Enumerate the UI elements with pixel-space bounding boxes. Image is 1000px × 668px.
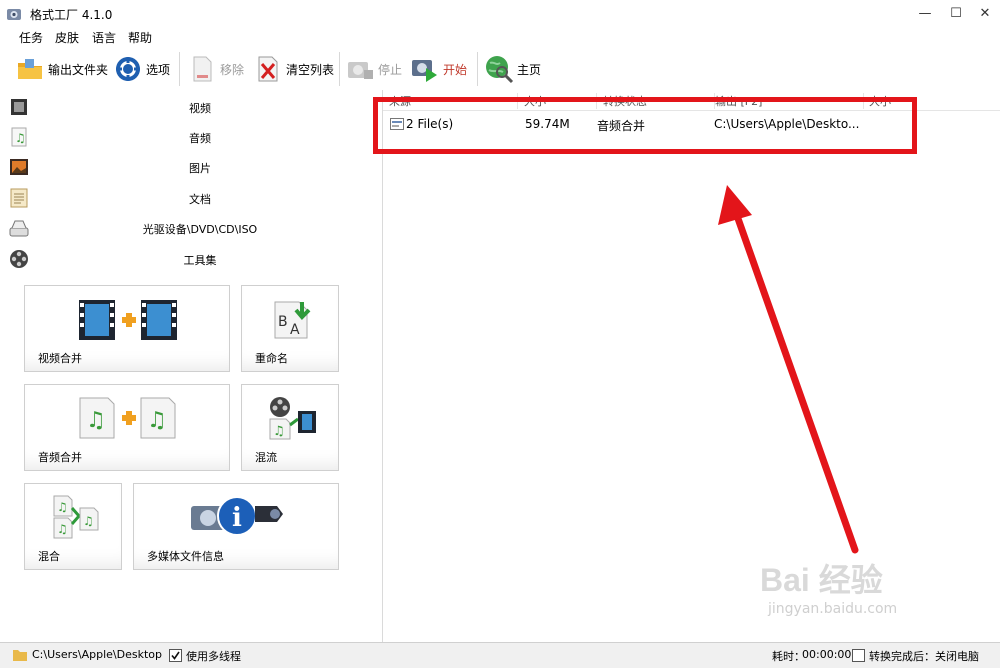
category-document[interactable]: 文档 xyxy=(0,183,382,213)
document-remove-icon xyxy=(187,54,217,84)
toolbar: 输出文件夹 选项 移除 清空列表 停止 开始 主页 xyxy=(0,48,1000,90)
menu-skin[interactable]: 皮肤 xyxy=(55,29,79,46)
menu-help[interactable]: 帮助 xyxy=(128,29,152,46)
watermark-logo: Bai 经验 xyxy=(760,562,883,598)
close-button[interactable]: ✕ xyxy=(970,0,1000,28)
toolbar-separator xyxy=(339,52,340,86)
baidu-watermark: Bai 经验 jingyan.baidu.com xyxy=(760,555,980,635)
options-icon xyxy=(113,54,143,84)
elapsed-value: 00:00:00 xyxy=(802,648,852,661)
remove-button[interactable]: 移除 xyxy=(187,48,244,90)
toolbar-separator xyxy=(477,52,478,86)
toolbar-separator xyxy=(179,52,180,86)
minimize-button[interactable]: — xyxy=(910,0,940,28)
svg-text:♫: ♫ xyxy=(86,408,106,433)
menu-bar: 任务 皮肤 语言 帮助 xyxy=(0,28,1000,46)
tool-video-merge[interactable]: 视频合并 xyxy=(24,285,230,372)
output-path[interactable]: C:\Users\Apple\Desktop xyxy=(32,648,162,661)
tool-media-info[interactable]: i 多媒体文件信息 xyxy=(133,483,339,570)
svg-text:♫: ♫ xyxy=(147,408,167,433)
tool-audio-merge[interactable]: ♫ ♫ 音频合并 xyxy=(24,384,230,471)
elapsed-label: 耗时： xyxy=(772,650,805,663)
menu-task[interactable]: 任务 xyxy=(19,29,43,46)
category-video[interactable]: 视频 xyxy=(0,92,382,122)
clear-list-button[interactable]: 清空列表 xyxy=(253,48,334,90)
window-title: 格式工厂 4.1.0 xyxy=(30,8,113,22)
options-button[interactable]: 选项 xyxy=(113,48,170,90)
category-audio[interactable]: ♫ 音频 xyxy=(0,122,382,152)
menu-language[interactable]: 语言 xyxy=(92,29,116,46)
tool-remux[interactable]: ♫ 混流 xyxy=(241,384,339,471)
remux-icon: ♫ xyxy=(266,395,318,444)
rename-icon: BA xyxy=(272,298,314,343)
annotation-arrow xyxy=(718,185,859,554)
svg-text:♫: ♫ xyxy=(57,522,68,536)
maximize-button[interactable]: ☐ xyxy=(941,0,971,28)
watermark-url: jingyan.baidu.com xyxy=(768,601,898,617)
category-optical-drive[interactable]: 光驱设备\DVD\CD\ISO xyxy=(0,213,382,243)
audio-merge-icon: ♫ ♫ xyxy=(77,395,181,444)
title-bar: 格式工厂 4.1.0 — ☐ ✕ xyxy=(0,0,1000,28)
video-merge-icon xyxy=(77,298,181,345)
svg-text:♫: ♫ xyxy=(273,424,285,439)
home-button[interactable]: 主页 xyxy=(484,48,541,90)
svg-text:B: B xyxy=(278,314,288,330)
stop-button[interactable]: 停止 xyxy=(345,48,402,90)
svg-text:A: A xyxy=(290,322,300,338)
start-icon xyxy=(410,54,440,84)
multithread-label: 使用多线程 xyxy=(186,650,241,663)
svg-text:♫: ♫ xyxy=(83,514,94,528)
folder-icon xyxy=(15,54,45,84)
category-image[interactable]: 图片 xyxy=(0,152,382,182)
mix-icon: ♫ ♫ ♫ xyxy=(51,494,99,543)
status-bar: C:\Users\Apple\Desktop 使用多线程 耗时： 00:00:0… xyxy=(0,642,1000,668)
output-folder-button[interactable]: 输出文件夹 xyxy=(15,48,108,90)
after-convert-label: 转换完成后：关闭电脑 xyxy=(869,650,979,663)
category-toolbox[interactable]: 工具集 xyxy=(0,244,382,274)
svg-text:i: i xyxy=(232,503,242,533)
tool-rename[interactable]: BA 重命名 xyxy=(241,285,339,372)
info-icon: i xyxy=(189,492,285,543)
sidebar: 视频 ♫ 音频 图片 文档 光驱设备\DVD\CD\ISO 工具集 视频合并 B… xyxy=(0,90,383,642)
tool-mix[interactable]: ♫ ♫ ♫ 混合 xyxy=(24,483,122,570)
stop-icon xyxy=(345,54,375,84)
annotation-highlight-box xyxy=(373,97,917,154)
globe-search-icon xyxy=(484,54,514,84)
multithread-checkbox[interactable] xyxy=(169,649,182,662)
clear-list-icon xyxy=(253,54,283,84)
app-icon xyxy=(6,6,22,22)
shutdown-after-checkbox[interactable] xyxy=(852,649,865,662)
folder-icon xyxy=(12,648,28,665)
svg-text:♫: ♫ xyxy=(57,500,68,514)
start-button[interactable]: 开始 xyxy=(410,48,467,90)
